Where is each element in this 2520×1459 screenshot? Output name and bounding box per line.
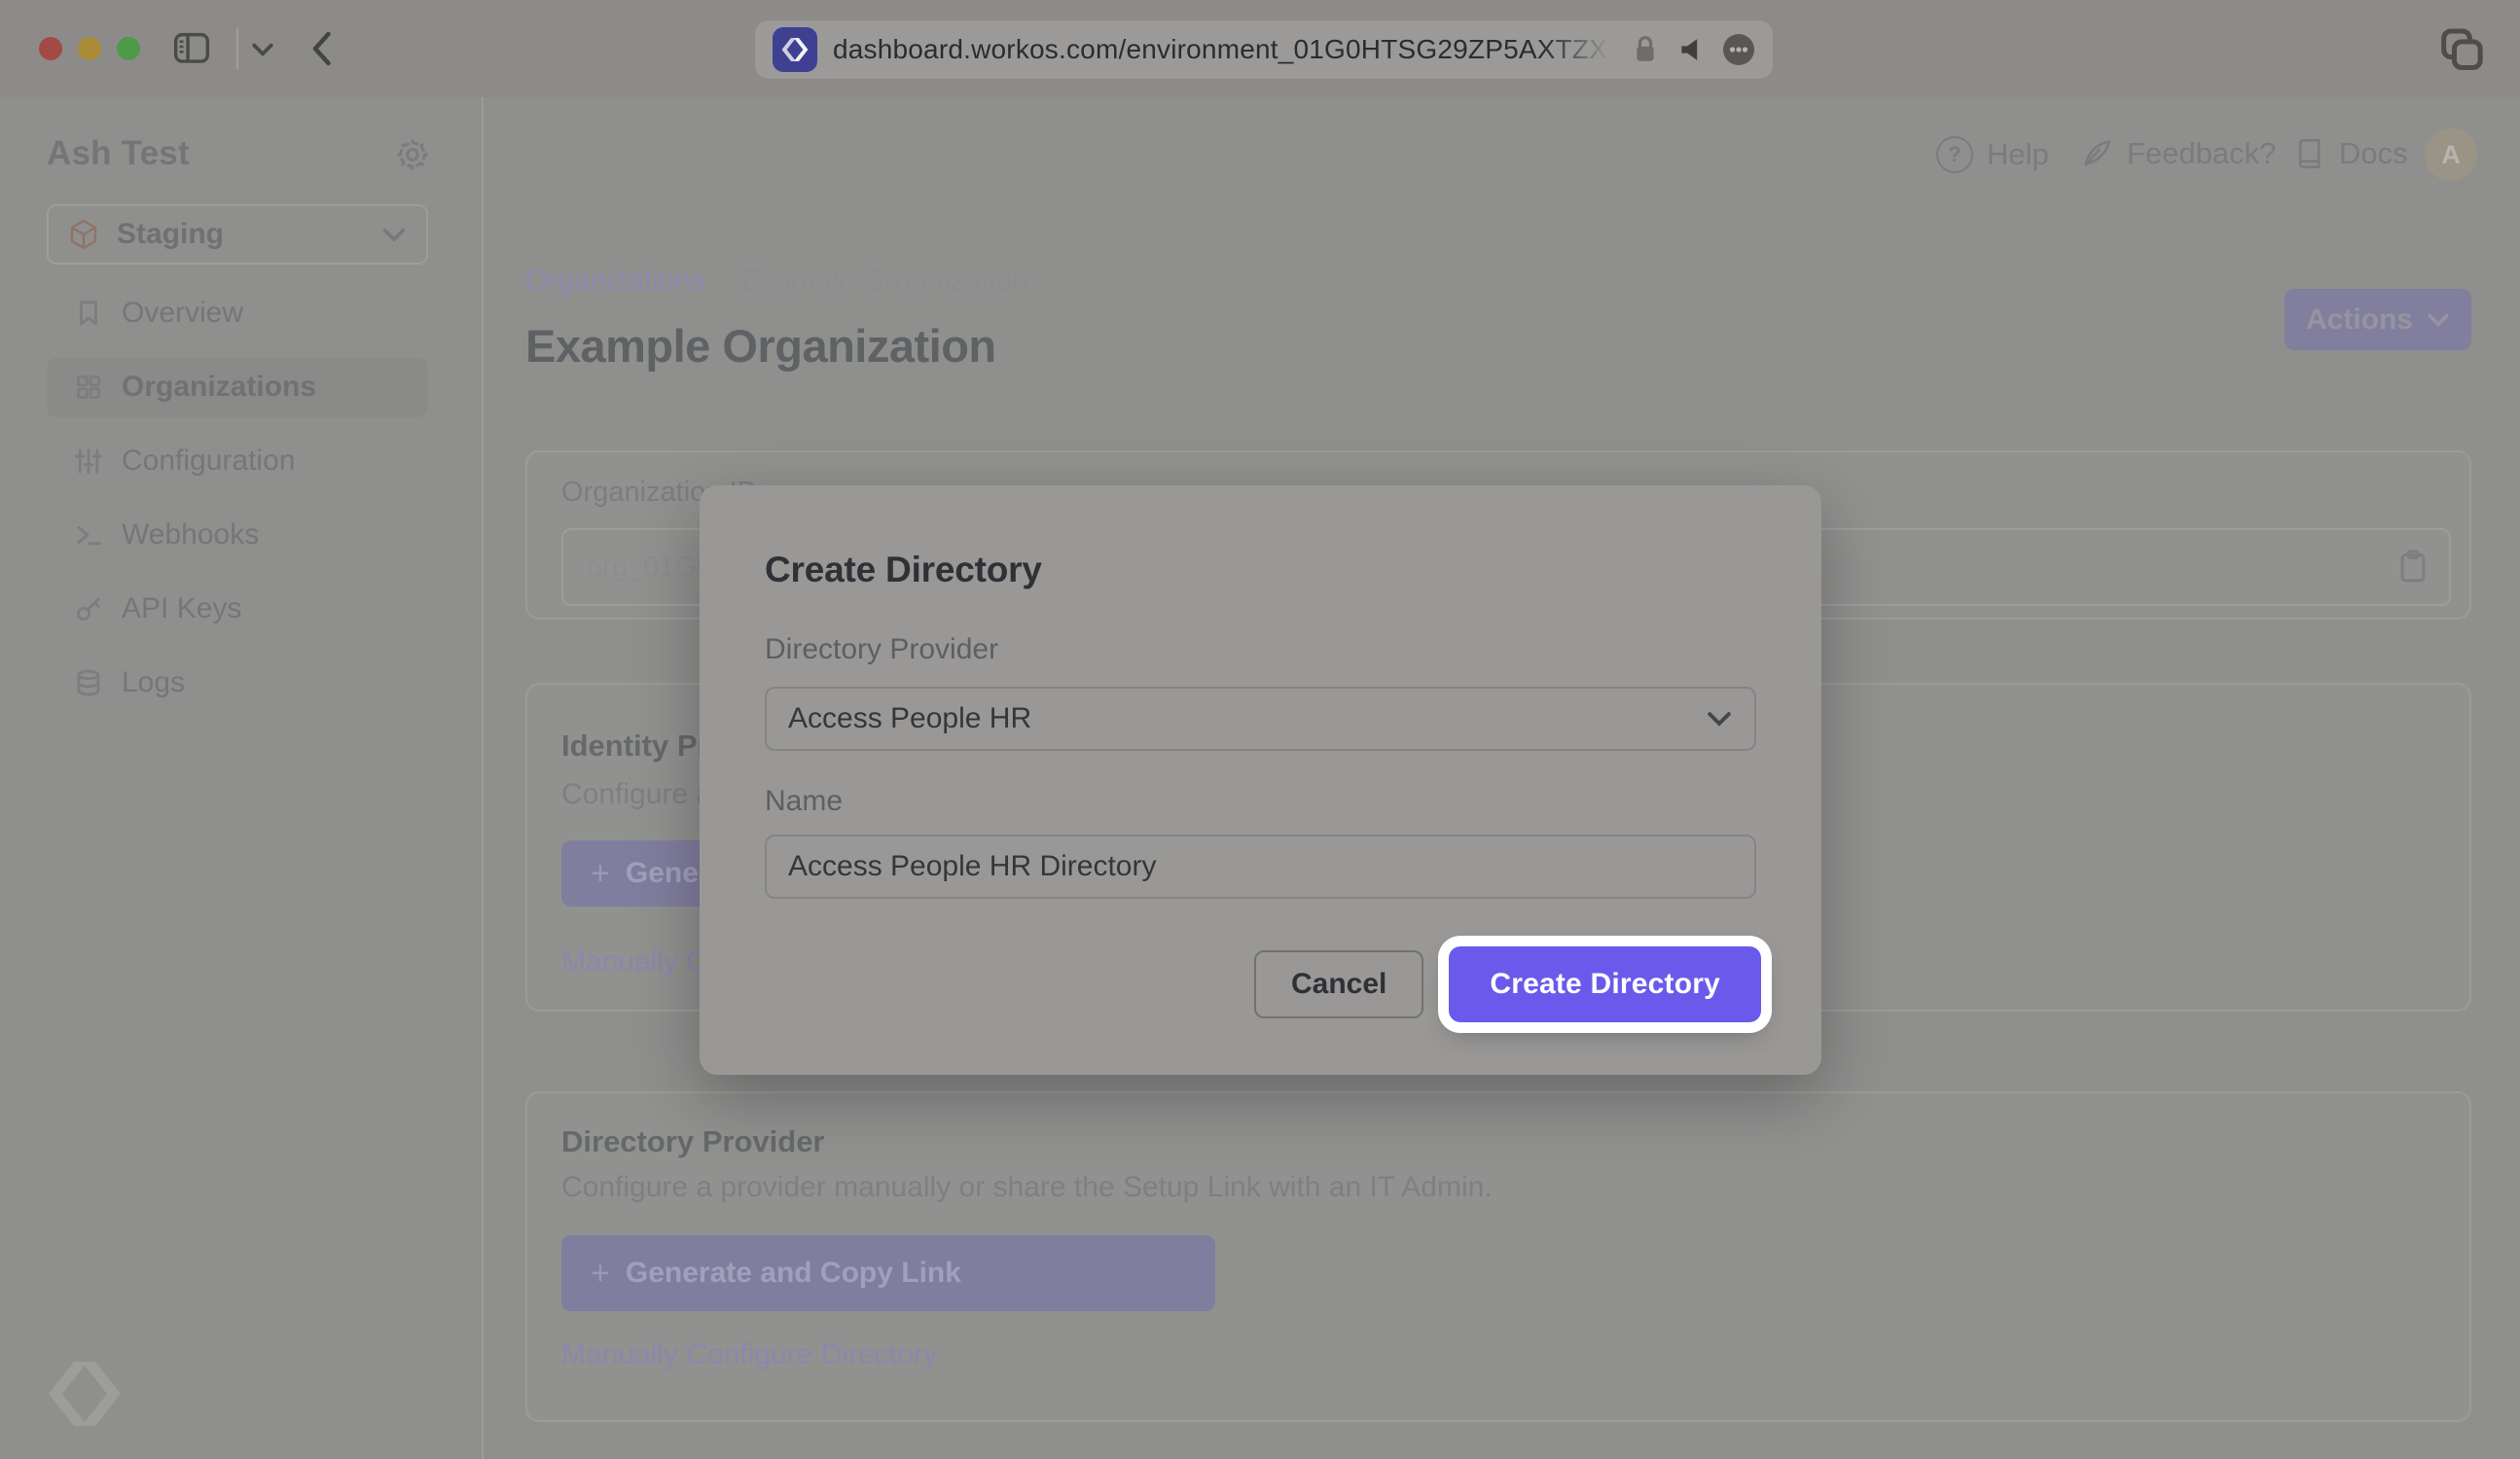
directory-provider-selected-value: Access People HR [788, 702, 1031, 735]
name-field [765, 835, 1756, 899]
cancel-button[interactable]: Cancel [1254, 950, 1423, 1018]
create-directory-button[interactable]: Create Directory [1449, 946, 1761, 1022]
screenshot-root: dashboard.workos.com/environment_01G0HTS… [0, 0, 2520, 1459]
name-input[interactable] [788, 850, 1733, 883]
directory-provider-select[interactable]: Access People HR [765, 687, 1756, 751]
modal-actions: Cancel Create Directory [700, 941, 1821, 1028]
create-directory-modal: Create Directory Directory Provider Acce… [700, 485, 1821, 1075]
modal-title: Create Directory [765, 550, 1042, 590]
chevron-down-icon [1706, 710, 1733, 728]
name-field-label: Name [765, 785, 843, 818]
directory-provider-select-label: Directory Provider [765, 633, 998, 666]
